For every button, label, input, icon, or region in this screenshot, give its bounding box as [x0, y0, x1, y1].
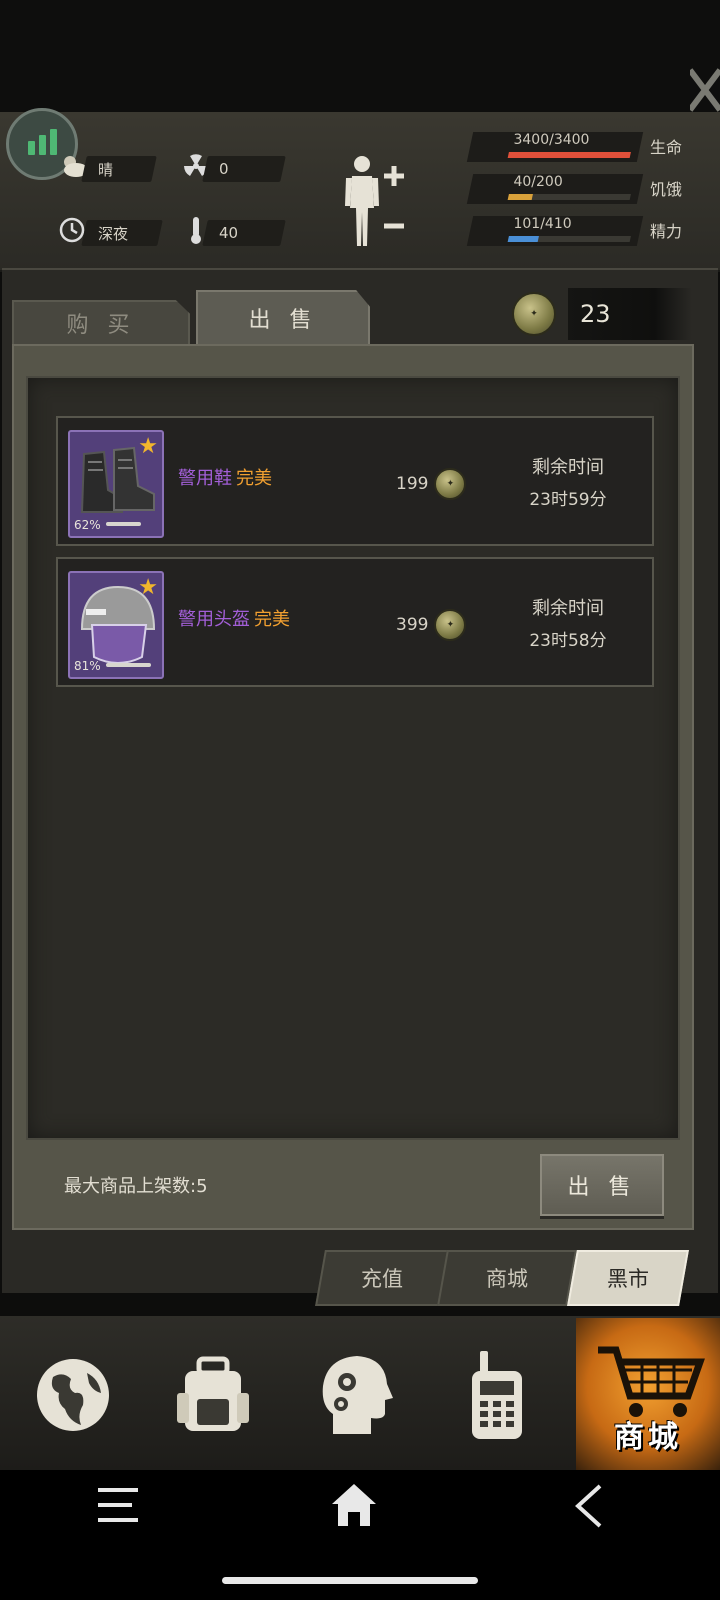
head-gears-icon — [322, 1356, 393, 1434]
item-price: 199 ✦ — [396, 468, 467, 500]
weather-chip: 晴 — [81, 156, 157, 182]
backpack-icon — [177, 1356, 249, 1431]
back-icon[interactable] — [574, 1484, 604, 1528]
nav-shop[interactable]: 商城 — [576, 1318, 720, 1470]
item-name-line: 警用鞋 完美 — [178, 464, 272, 490]
market-subtabs: 充值 商城 黑市 — [314, 1250, 694, 1306]
time-of-day-value: 深夜 — [98, 224, 129, 243]
remaining-time: 剩余时间 23时58分 — [498, 593, 638, 657]
energy-label: 精力 — [650, 222, 683, 241]
durability-value: 81% — [74, 659, 101, 673]
nav-shop-label: 商城 — [614, 1420, 682, 1455]
subtab-shop[interactable]: 商城 — [437, 1250, 577, 1306]
energy-bar: 101/410 — [466, 216, 644, 246]
item-quality: 完美 — [254, 609, 290, 630]
currency-amount: 23 — [568, 288, 692, 340]
health-label: 生命 — [650, 138, 683, 157]
remaining-label: 剩余时间 — [532, 598, 604, 619]
health-fill — [507, 152, 631, 158]
temperature-chip: 40 — [202, 220, 286, 246]
nav-skills[interactable] — [310, 1340, 400, 1450]
remaining-time: 剩余时间 23时59分 — [498, 452, 638, 516]
radiation-value: 0 — [219, 160, 229, 178]
walkie-talkie-icon — [472, 1351, 522, 1439]
durability-bar — [106, 522, 141, 526]
home-icon[interactable] — [330, 1482, 378, 1528]
currency-display: 23 ✦ — [512, 288, 692, 340]
hunger-bar: 40/200 — [466, 174, 644, 204]
item-name-line: 警用头盔 完美 — [178, 605, 290, 631]
durability-value: 62% — [74, 518, 101, 532]
star-icon: ★ — [138, 575, 158, 600]
hunger-value: 40/200 — [513, 174, 563, 190]
item-quality: 完美 — [236, 468, 272, 489]
hunger-label: 饥饿 — [650, 180, 683, 199]
nav-inventory[interactable] — [168, 1340, 258, 1450]
listing-row[interactable]: ★ 81% 警用头盔 完美 399 ✦ 剩余时间 23时58分 — [56, 557, 654, 687]
energy-fill — [507, 236, 539, 242]
bottle-cap-coin-icon: ✦ — [434, 468, 467, 500]
price-value: 399 — [396, 615, 429, 635]
item-slot[interactable]: ★ 81% — [68, 571, 164, 679]
shopping-cart-icon — [598, 1346, 705, 1417]
nav-radio[interactable] — [452, 1340, 542, 1450]
health-value: 3400/3400 — [513, 132, 590, 148]
tab-buy[interactable]: 购 买 — [12, 300, 190, 346]
subtab-recharge[interactable]: 充值 — [315, 1250, 449, 1306]
weather-value: 晴 — [98, 160, 114, 179]
remaining-value: 23时58分 — [529, 631, 607, 651]
max-listings-label: 最大商品上架数:5 — [64, 1176, 208, 1197]
body-status-icon[interactable] — [340, 150, 410, 250]
item-name: 警用鞋 — [178, 468, 232, 489]
remaining-label: 剩余时间 — [532, 457, 604, 478]
gesture-home-indicator[interactable] — [222, 1577, 478, 1584]
remaining-value: 23时59分 — [529, 490, 607, 510]
star-icon: ★ — [138, 434, 158, 459]
sell-button[interactable]: 出 售 — [540, 1154, 664, 1216]
durability-bar — [106, 663, 152, 667]
nav-world[interactable] — [28, 1340, 118, 1450]
subtab-black-market[interactable]: 黑市 — [567, 1250, 689, 1306]
item-name: 警用头盔 — [178, 609, 250, 630]
close-icon[interactable] — [690, 60, 720, 120]
radiation-chip: 0 — [202, 156, 286, 182]
top-bar — [0, 0, 720, 120]
temperature-value: 40 — [219, 224, 239, 242]
item-price: 399 ✦ — [396, 609, 467, 641]
listing-row[interactable]: ★ 62% 警用鞋 完美 199 ✦ 剩余时间 23时59分 — [56, 416, 654, 546]
hunger-fill — [507, 194, 534, 200]
energy-value: 101/410 — [513, 216, 572, 232]
bottle-cap-coin-icon: ✦ — [434, 609, 467, 641]
price-value: 199 — [396, 474, 429, 494]
tab-sell[interactable]: 出 售 — [196, 290, 370, 346]
time-chip: 深夜 — [81, 220, 163, 246]
bottle-cap-coin-icon: ✦ — [512, 292, 556, 336]
globe-icon — [37, 1359, 109, 1431]
menu-icon[interactable] — [96, 1486, 140, 1524]
item-slot[interactable]: ★ 62% — [68, 430, 164, 538]
health-bar: 3400/3400 — [466, 132, 644, 162]
